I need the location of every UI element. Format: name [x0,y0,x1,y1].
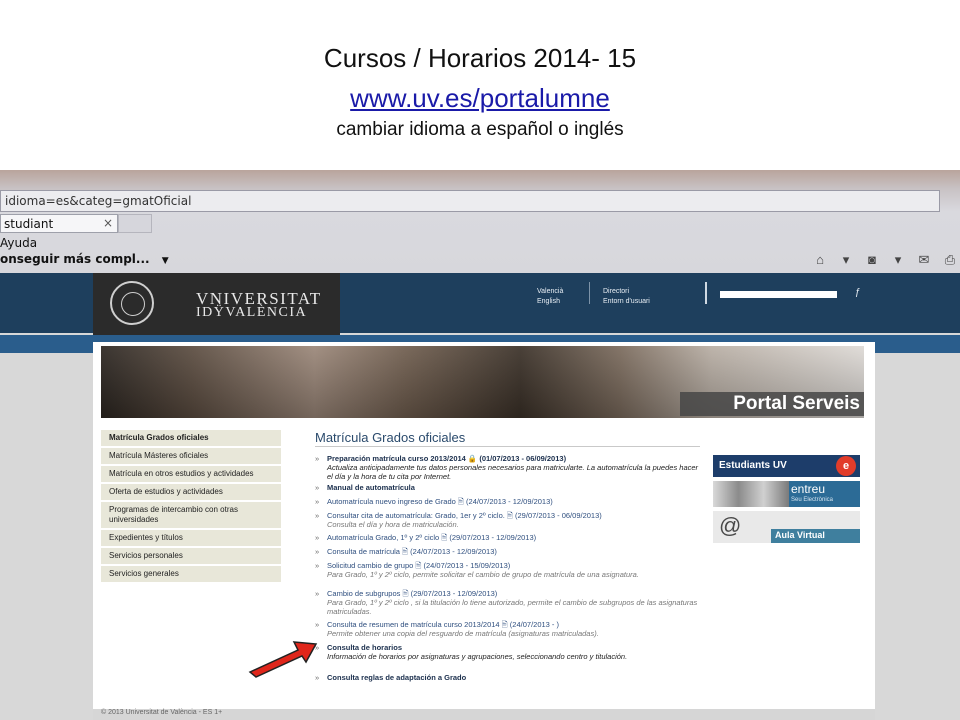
address-bar[interactable]: idioma=es&categ=gmatOficial [0,190,940,212]
list-item[interactable]: » Preparación matrícula curso 2013/2014 … [315,454,700,481]
site-footer: © 2013 Universitat de València - ES 1+ [93,709,875,720]
list-item[interactable]: » Consulta de horarios Información de ho… [315,643,700,661]
bullet-icon: » [315,497,320,506]
tab-label: studiant [4,217,54,231]
divider [705,282,707,304]
at-sign-icon: @ [719,513,742,538]
bullet-icon: » [315,589,320,598]
bullet-icon: » [315,483,320,492]
chevron-down-icon[interactable]: ▾ [890,252,906,267]
item-label[interactable]: Manual de automatrícula [315,483,700,492]
banner-sublabel: Seu Electrònica [791,497,834,503]
seal-icon [110,281,154,325]
favorites-item[interactable]: onseguir más compl... ▼ [0,252,169,266]
estudiants-uv-banner[interactable]: Estudiants UV e [713,455,860,477]
slide-note: cambiar idioma a español o inglés [336,119,624,140]
item-label[interactable]: Consulta de matrícula 🖹 (24/07/2013 - 12… [315,547,700,556]
list-item[interactable]: » Automatrícula nuevo ingreso de Grado 🖹… [315,497,700,506]
lang-valencia[interactable]: Valencià [537,287,563,297]
bullet-icon: » [315,533,320,542]
mail-icon[interactable]: ✉ [916,252,932,267]
new-tab-button[interactable] [118,214,152,233]
banner-title: Portal Serveis [680,392,864,416]
sidebar-item-masteres[interactable]: Matrícula Másteres oficiales [101,448,281,466]
home-icon[interactable]: ⌂ [812,252,828,267]
sidebar-item-grados[interactable]: Matrícula Grados oficiales [101,430,281,448]
list-item[interactable]: » Solicitud cambio de grupo 🖹 (24/07/201… [315,561,700,579]
divider [589,282,590,304]
item-desc: Permite obtener una copia del resguardo … [327,629,599,638]
sidebar-item-expedientes[interactable]: Expedientes y títulos [101,530,281,548]
bullet-icon: » [315,547,320,556]
item-label[interactable]: Preparación matrícula curso 2013/2014 🔒 … [315,454,700,463]
sidebar-item-oferta[interactable]: Oferta de estudios y actividades [101,484,281,502]
list-item[interactable]: » Consulta de resumen de matrícula curso… [315,620,700,638]
browser-tab[interactable]: studiant × [0,214,118,233]
item-label[interactable]: Consulta de resumen de matrícula curso 2… [315,620,700,629]
banner-label: entreu [791,482,826,496]
language-links: Valencià English [537,287,563,307]
item-label[interactable]: Automatrícula nuevo ingreso de Grado 🖹 (… [315,497,700,506]
list-item[interactable]: » Consultar cita de automatrícula: Grado… [315,511,700,529]
logo-text-line2: IDŸVALÈNCIA [196,305,308,320]
browser-screenshot: idioma=es&categ=gmatOficial studiant × A… [0,170,960,720]
content-title: Matrícula Grados oficiales [315,430,466,445]
banner-label: Aula Virtual [771,529,860,543]
favorites-label: onseguir más compl... [0,252,150,266]
item-label[interactable]: Consultar cita de automatrícula: Grado, … [315,511,700,520]
bullet-icon: » [315,561,320,570]
portal-banner: Portal Serveis [101,346,864,418]
red-arrow-icon [248,641,318,678]
slide-title: Cursos / Horarios 2014- 15 [323,43,637,73]
list-item[interactable]: » Manual de automatrícula [315,483,700,492]
chevron-down-icon: ▼ [161,256,169,266]
bullet-icon: » [315,511,320,520]
list-item[interactable]: » Consulta de matrícula 🖹 (24/07/2013 - … [315,547,700,556]
search-input[interactable] [720,291,837,298]
aula-virtual-banner[interactable]: @ Aula Virtual [713,511,860,543]
sidebar-item-otros-estudios[interactable]: Matrícula en otros estudios y actividade… [101,466,281,484]
divider [315,446,700,447]
item-label[interactable]: Consulta de horarios [315,643,700,652]
bullet-icon: » [315,454,320,463]
item-desc: Consulta el día y hora de matriculación. [327,520,459,529]
sidebar-item-intercambio[interactable]: Programas de intercambio con otras unive… [101,502,281,530]
bullet-icon: » [315,620,320,629]
portal-link[interactable]: www.uv.es/portalumne [0,83,960,114]
print-icon[interactable]: ⎙ [942,252,958,267]
close-icon[interactable]: × [103,216,113,230]
item-desc: Para Grado, 1º y 2º ciclo, permite solic… [327,570,639,579]
sidebar-item-servicios-generales[interactable]: Servicios generales [101,566,281,584]
building-photo [713,481,789,507]
list-item[interactable]: » Consulta reglas de adaptación a Grado [315,673,700,682]
item-label[interactable]: Solicitud cambio de grupo 🖹 (24/07/2013 … [315,561,700,570]
link-entorn-usuari[interactable]: Entorn d'usuari [603,297,650,307]
search-icon[interactable]: ƒ [855,287,861,298]
chevron-down-icon[interactable]: ▾ [838,252,854,267]
command-bar: ⌂ ▾ ◙ ▾ ✉ ⎙ [812,252,958,267]
sidebar-menu: Matrícula Grados oficiales Matrícula Más… [101,430,281,584]
menu-ayuda[interactable]: Ayuda [0,236,37,250]
item-label[interactable]: Automatrícula Grado, 1º y 2º ciclo 🖹 (29… [315,533,700,542]
item-label[interactable]: Consulta reglas de adaptación a Grado [315,673,700,682]
item-desc: Para Grado, 1º y 2º ciclo , si la titula… [327,598,698,616]
e-logo-icon: e [836,456,856,476]
list-item[interactable]: » Automatrícula Grado, 1º y 2º ciclo 🖹 (… [315,533,700,542]
rss-icon[interactable]: ◙ [864,252,880,267]
list-item[interactable]: » Cambio de subgrupos 🖹 (29/07/2013 - 12… [315,589,700,616]
entreu-banner[interactable]: entreu Seu Electrònica [713,481,860,507]
banner-label: Estudiants UV [719,460,787,471]
link-directori[interactable]: Directori [603,287,650,297]
sidebar-item-servicios-personales[interactable]: Servicios personales [101,548,281,566]
directory-links: Directori Entorn d'usuari [603,287,650,307]
slide: Cursos / Horarios 2014- 15 www.uv.es/por… [0,0,960,720]
item-label[interactable]: Cambio de subgrupos 🖹 (29/07/2013 - 12/0… [315,589,700,598]
lang-english[interactable]: English [537,297,563,307]
item-desc: Información de horarios por asignaturas … [327,652,628,661]
item-desc: Actualiza anticipadamente tus datos pers… [327,463,699,481]
